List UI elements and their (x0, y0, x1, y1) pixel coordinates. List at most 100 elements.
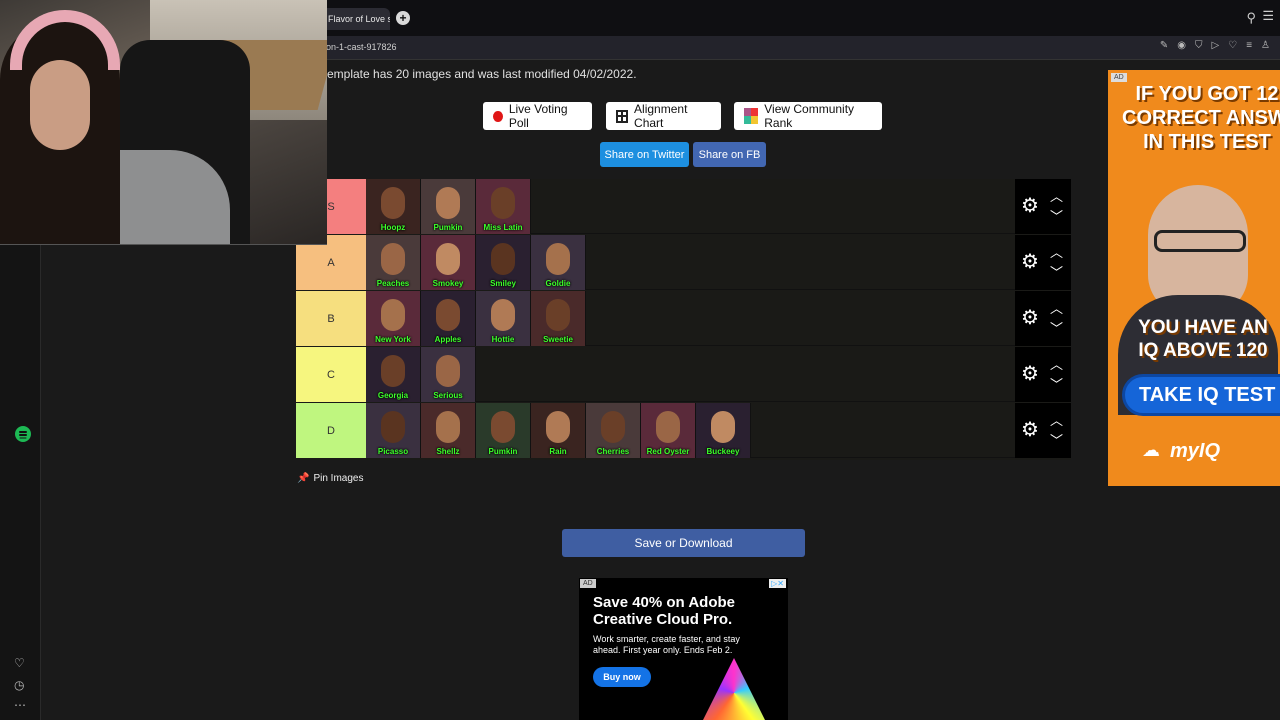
contestant-card[interactable]: Smiley (476, 235, 531, 290)
edit-icon[interactable]: ✎ (1160, 40, 1168, 51)
tier-row-s: S Hoopz Pumkin Miss Latin ⚙ ︿ ﹀ (296, 179, 1071, 234)
chevron-down-icon[interactable]: ﹀ (1050, 430, 1063, 449)
list-icon[interactable]: ≡ (1246, 40, 1252, 51)
contestant-card[interactable]: New York (366, 291, 421, 346)
chevron-down-icon[interactable]: ﹀ (1050, 206, 1063, 225)
alignment-label: Alignment Chart (634, 102, 688, 130)
contestant-name: Serious (433, 391, 463, 400)
contestant-card[interactable]: Smokey (421, 235, 476, 290)
chevron-up-icon[interactable]: ︿ (1050, 186, 1063, 205)
url-text[interactable]: on-1-cast-917826 (326, 42, 397, 52)
browser-tab[interactable]: Flavor of Love se (318, 8, 390, 30)
contestant-photo (381, 355, 405, 387)
contestant-name: Cherries (596, 447, 630, 456)
chevron-up-icon[interactable]: ︿ (1050, 298, 1063, 317)
new-tab-button[interactable]: + (396, 11, 410, 25)
contestant-card[interactable]: Rain (531, 403, 586, 458)
contestant-card[interactable]: Picasso (366, 403, 421, 458)
contestant-photo (381, 411, 405, 443)
contestant-photo (601, 411, 625, 443)
play-icon[interactable]: ▷ (1212, 40, 1220, 51)
shield-icon[interactable]: ⛉ (1195, 40, 1203, 51)
contestant-name: Peaches (376, 279, 410, 288)
contestant-card[interactable]: Hottie (476, 291, 531, 346)
contestant-card[interactable]: Red Oyster (641, 403, 696, 458)
brain-icon: ☁ (1142, 440, 1160, 460)
gear-icon[interactable]: ⚙ (1021, 196, 1039, 216)
tier-items: New York Apples Hottie Sweetie (366, 291, 586, 346)
save-download-button[interactable]: Save or Download (562, 529, 805, 557)
webcam-headphones (10, 10, 120, 70)
adobe-ad[interactable]: AD ▷✕ Save 40% on Adobe Creative Cloud P… (579, 578, 788, 720)
contestant-photo (491, 187, 515, 219)
tier-grid-icon (744, 108, 759, 124)
clock-icon[interactable]: ◷ (14, 678, 24, 692)
tier-items: Hoopz Pumkin Miss Latin (366, 179, 531, 234)
contestant-card[interactable]: Apples (421, 291, 476, 346)
contestant-name: Buckeey (706, 447, 740, 456)
tier-controls: ⚙ ︿ ﹀ (1015, 403, 1071, 458)
heart-icon[interactable]: ♡ (1228, 40, 1237, 51)
contestant-card[interactable]: Serious (421, 347, 476, 402)
take-iq-test-button[interactable]: TAKE IQ TEST (1122, 374, 1280, 416)
tier-row-b: B New York Apples Hottie Sweetie ⚙ ︿ ﹀ (296, 291, 1071, 346)
tier-items: Georgia Serious (366, 347, 476, 402)
pin-images-toggle[interactable]: 📌 Pin Images (297, 473, 363, 484)
gear-icon[interactable]: ⚙ (1021, 308, 1039, 328)
ad-tag: AD (580, 579, 596, 588)
iq-test-ad[interactable]: AD IF YOU GOT 12 CORRECT ANSWERS IN THIS… (1108, 70, 1280, 486)
community-rank-button[interactable]: View Community Rank (734, 102, 882, 130)
chevron-down-icon[interactable]: ﹀ (1050, 262, 1063, 281)
heart-icon[interactable]: ♡ (14, 656, 25, 670)
live-voting-poll-button[interactable]: Live Voting Poll (483, 102, 592, 130)
chevron-down-icon[interactable]: ﹀ (1050, 318, 1063, 337)
contestant-photo (711, 411, 735, 443)
contestant-card[interactable]: Buckeey (696, 403, 751, 458)
contestant-photo (436, 187, 460, 219)
search-icon[interactable]: ⚲ (1246, 10, 1256, 26)
share-twitter-button[interactable]: Share on Twitter (600, 142, 689, 167)
contestant-photo (436, 243, 460, 275)
contestant-card[interactable]: Peaches (366, 235, 421, 290)
grid-icon (616, 109, 629, 123)
contestant-photo (656, 411, 680, 443)
gear-icon[interactable]: ⚙ (1021, 364, 1039, 384)
contestant-card[interactable]: Pumkin (476, 403, 531, 458)
contestant-card[interactable]: Pumkin (421, 179, 476, 234)
contestant-card[interactable]: Miss Latin (476, 179, 531, 234)
tier-row-a: A Peaches Smokey Smiley Goldie ⚙ ︿ ﹀ (296, 235, 1071, 290)
tier-label[interactable]: B (296, 291, 366, 346)
contestant-name: Smiley (490, 279, 516, 288)
tier-label[interactable]: C (296, 347, 366, 402)
tier-label[interactable]: D (296, 403, 366, 458)
chevron-up-icon[interactable]: ︿ (1050, 354, 1063, 373)
adobe-buy-button[interactable]: Buy now (593, 667, 651, 687)
user-icon[interactable]: ♙ (1261, 40, 1270, 51)
community-rank-label: View Community Rank (764, 102, 855, 130)
chevron-up-icon[interactable]: ︿ (1050, 410, 1063, 429)
contestant-card[interactable]: Goldie (531, 235, 586, 290)
tier-list: S Hoopz Pumkin Miss Latin ⚙ ︿ ﹀ A Peaches Smokey S… (296, 179, 1071, 460)
camera-icon[interactable]: ◉ (1177, 40, 1186, 51)
gear-icon[interactable]: ⚙ (1021, 420, 1039, 440)
gear-icon[interactable]: ⚙ (1021, 252, 1039, 272)
webcam-overlay (0, 0, 327, 245)
tier-controls: ⚙ ︿ ﹀ (1015, 235, 1071, 290)
chevron-up-icon[interactable]: ︿ (1050, 242, 1063, 261)
spotify-icon[interactable] (15, 426, 31, 442)
contestant-card[interactable]: Shellz (421, 403, 476, 458)
contestant-card[interactable]: Cherries (586, 403, 641, 458)
pin-images-label: Pin Images (313, 473, 364, 484)
contestant-card[interactable]: Hoopz (366, 179, 421, 234)
contestant-card[interactable]: Georgia (366, 347, 421, 402)
share-facebook-button[interactable]: Share on FB (693, 142, 766, 167)
alignment-chart-button[interactable]: Alignment Chart (606, 102, 721, 130)
menu-icon[interactable]: ☰ (1262, 8, 1274, 24)
tier-controls: ⚙ ︿ ﹀ (1015, 347, 1071, 402)
contestant-card[interactable]: Sweetie (531, 291, 586, 346)
iq-headline-line-2: CORRECT ANSWERS (1122, 107, 1280, 129)
chevron-down-icon[interactable]: ﹀ (1050, 374, 1063, 393)
contestant-photo (546, 243, 570, 275)
more-icon[interactable]: ⋯ (14, 698, 26, 712)
ad-close-icon[interactable]: ▷✕ (769, 579, 786, 588)
